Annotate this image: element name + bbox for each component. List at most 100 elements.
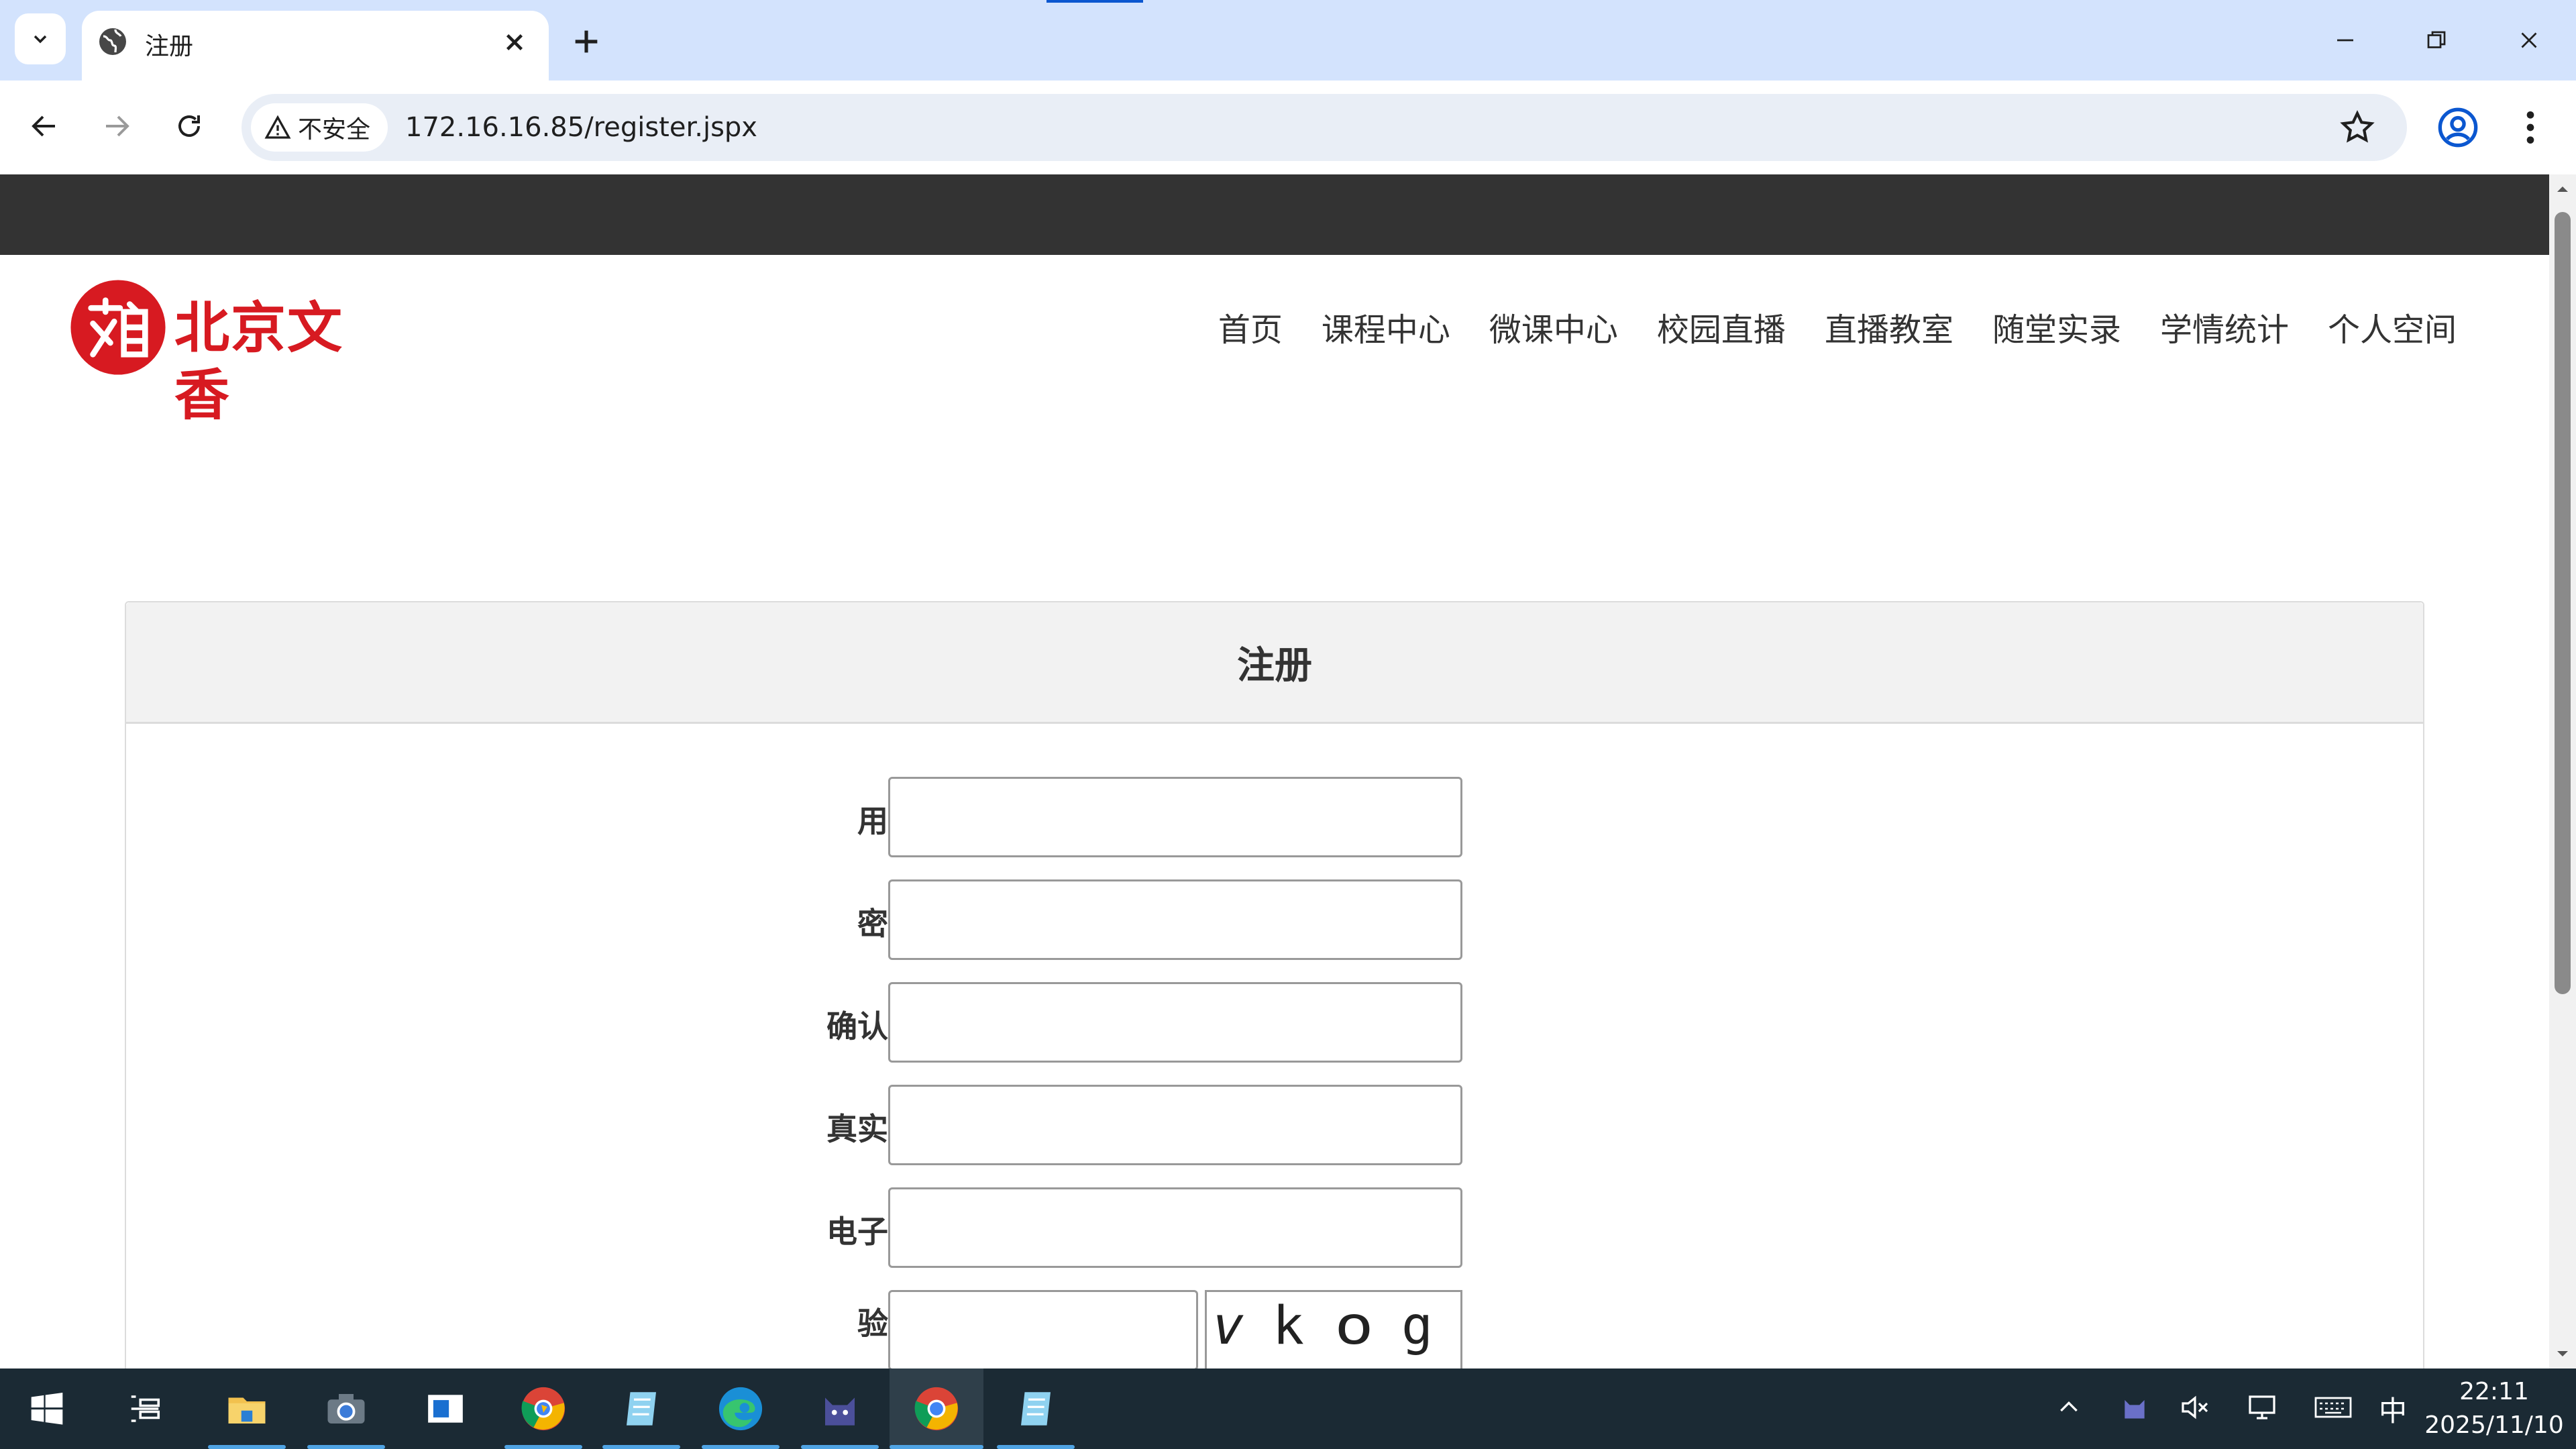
folder-icon [228, 1397, 266, 1424]
restore-icon [2427, 31, 2446, 48]
task-view-icon [131, 1395, 160, 1422]
running-indicator-active [890, 1445, 983, 1449]
network-button[interactable] [2241, 1386, 2284, 1429]
more-menu-icon[interactable] [2509, 106, 2552, 149]
email-row: 电子邮箱： [126, 1187, 2423, 1269]
site-topbar [0, 174, 2549, 255]
browser-tabstrip: 注册 [0, 0, 2576, 80]
security-chip[interactable]: 不安全 [251, 103, 388, 152]
nav-item-live-classroom[interactable]: 直播教室 [1825, 310, 1953, 350]
notepad-icon [1021, 1392, 1051, 1426]
chrome-button[interactable] [908, 1381, 965, 1437]
file-explorer-button[interactable] [219, 1381, 275, 1437]
browser-tab-active[interactable]: 注册 [82, 11, 549, 80]
clock-date: 2025/11/10 [2424, 1411, 2564, 1439]
arrow-right-icon [106, 115, 129, 137]
nav-item-micro-courses[interactable]: 微课中心 [1489, 310, 1618, 350]
register-panel: 注册 用户名： 密 码： 确认密码： 真实姓名： 电子邮箱： 验证码： v [125, 601, 2424, 1368]
captcha-image[interactable]: v k o g [1205, 1290, 1462, 1368]
nav-item-class-records[interactable]: 随堂实录 [1992, 310, 2121, 350]
logo-text: 北京文香 [174, 297, 344, 427]
scroll-down-icon[interactable] [2555, 1346, 2571, 1362]
nav-item-courses[interactable]: 课程中心 [1322, 310, 1450, 350]
close-window-button[interactable] [2502, 16, 2556, 64]
notepad-alt-button[interactable] [1008, 1381, 1064, 1437]
username-input[interactable] [888, 777, 1462, 857]
network-icon [2249, 1395, 2275, 1419]
nav-item-campus-live[interactable]: 校园直播 [1657, 310, 1786, 350]
camera-app-button[interactable] [318, 1381, 374, 1437]
volume-muted-icon [2182, 1395, 2208, 1419]
cat-app-icon [825, 1397, 855, 1426]
taskbar-clock[interactable]: 22:11 2025/11/10 [2422, 1375, 2567, 1442]
confirm-password-row: 确认密码： [126, 982, 2423, 1064]
start-button[interactable] [19, 1381, 75, 1437]
remote-desktop-button[interactable] [417, 1381, 474, 1437]
clock-time: 22:11 [2459, 1378, 2529, 1405]
password-input[interactable] [888, 879, 1462, 960]
captcha-char: g [1401, 1296, 1433, 1356]
close-tab-icon[interactable] [498, 25, 531, 59]
page-viewport: 北京文香 首页 课程中心 微课中心 校园直播 直播教室 随堂实录 学情统计 个人… [0, 174, 2549, 1368]
back-button[interactable] [23, 105, 66, 148]
chrome-alt-button[interactable] [515, 1381, 572, 1437]
restore-button[interactable] [2410, 16, 2463, 64]
windows-logo-icon [31, 1392, 63, 1425]
captcha-input[interactable] [888, 1290, 1198, 1368]
bookmark-star-icon[interactable] [2339, 109, 2376, 146]
forward-button[interactable] [95, 105, 138, 148]
register-panel-header: 注册 [126, 602, 2423, 724]
loading-indicator [1046, 0, 1143, 3]
running-indicator [504, 1445, 582, 1449]
close-icon [2521, 32, 2537, 48]
ime-indicator[interactable]: 中 [2379, 1389, 2407, 1430]
tab-title: 注册 [145, 33, 194, 60]
confirm-password-input[interactable] [888, 982, 1462, 1063]
arrow-left-icon [32, 115, 55, 137]
touch-keyboard-button[interactable] [2312, 1386, 2355, 1429]
cat-app-button[interactable] [812, 1381, 868, 1437]
running-indicator [208, 1445, 286, 1449]
scroll-thumb[interactable] [2555, 212, 2571, 994]
chrome-icon [914, 1387, 959, 1431]
scroll-up-icon[interactable] [2555, 181, 2571, 197]
notepad-button[interactable] [613, 1381, 669, 1437]
volume-button[interactable] [2174, 1386, 2216, 1429]
nav-item-personal-space[interactable]: 个人空间 [2328, 310, 2457, 350]
minimize-icon [2337, 39, 2353, 42]
running-indicator [602, 1445, 680, 1449]
url-text[interactable]: 172.16.16.85/register.jspx [405, 112, 757, 143]
warning-icon [264, 115, 291, 139]
site-logo[interactable]: 北京文香 [70, 278, 385, 427]
globe-icon [99, 28, 126, 55]
nav-item-home[interactable]: 首页 [1218, 310, 1283, 350]
keyboard-icon [2314, 1397, 2352, 1418]
email-input[interactable] [888, 1187, 1462, 1268]
new-tab-icon[interactable] [568, 23, 605, 60]
password-row: 密 码： [126, 879, 2423, 961]
tray-cat-app[interactable] [2113, 1386, 2156, 1429]
main-nav: 首页 课程中心 微课中心 校园直播 直播教室 随堂实录 学情统计 个人空间 [1218, 310, 2457, 350]
username-row: 用户名： [126, 777, 2423, 859]
task-view-button[interactable] [117, 1381, 173, 1437]
tab-search-button[interactable] [15, 13, 66, 64]
address-bar[interactable]: 不安全 172.16.16.85/register.jspx [241, 94, 2407, 161]
running-indicator [801, 1445, 879, 1449]
tray-overflow-button[interactable] [2047, 1386, 2090, 1429]
chevron-up-icon [2060, 1401, 2078, 1412]
profile-icon[interactable] [2436, 106, 2479, 149]
minimize-button[interactable] [2318, 16, 2372, 64]
reload-icon [178, 115, 200, 137]
nav-item-statistics[interactable]: 学情统计 [2160, 310, 2289, 350]
page-scrollbar[interactable] [2549, 174, 2576, 1368]
real-name-row: 真实姓名： [126, 1085, 2423, 1167]
edge-icon [718, 1387, 763, 1431]
chevron-down-icon [34, 35, 47, 44]
running-indicator [307, 1445, 385, 1449]
reload-button[interactable] [168, 105, 211, 148]
camera-icon [327, 1394, 365, 1424]
edge-button[interactable] [712, 1381, 769, 1437]
security-text: 不安全 [298, 116, 371, 144]
real-name-input[interactable] [888, 1085, 1462, 1165]
captcha-char: v [1205, 1296, 1250, 1356]
